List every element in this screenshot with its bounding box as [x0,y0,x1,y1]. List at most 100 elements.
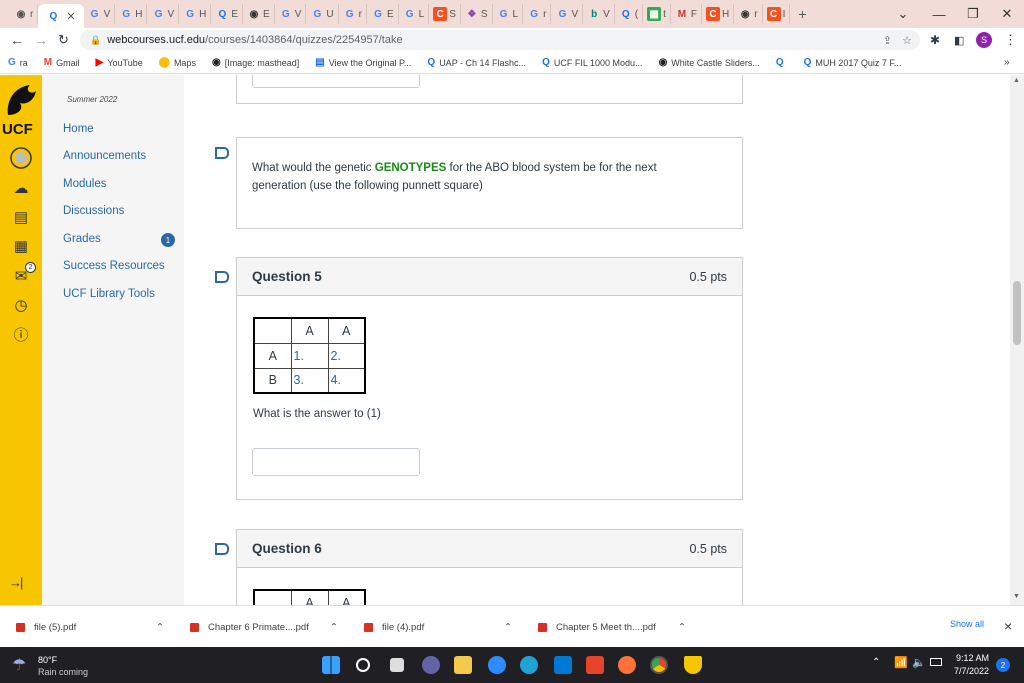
bookmark-item[interactable]: Q MUH 2017 Quiz 7 F... [804,57,902,68]
chevron-up-icon[interactable]: ⌃ [678,622,686,633]
nav-modules[interactable]: Modules [63,178,106,190]
share-icon[interactable]: ⇪ [883,34,892,47]
close-window-icon[interactable]: ✕ [990,0,1024,28]
bookmark-item[interactable]: ⬤ Maps [159,57,196,68]
windows-start-icon[interactable] [322,656,340,674]
browser-tab[interactable]: CI [763,4,791,24]
download-item[interactable]: Chapter 5 Meet th....pdf ⌃ [538,606,690,648]
browser-tab[interactable]: ❖ S [461,4,493,24]
history-icon[interactable]: ◷ [9,293,33,317]
sidebar-icon[interactable]: ◧ [954,34,964,47]
wifi-icon[interactable]: 📶 [894,656,908,669]
volume-icon[interactable]: 🔈 [912,656,926,669]
download-item[interactable]: file (5).pdf ⌃ [16,606,168,648]
tab-search-icon[interactable]: ⌄ [886,0,920,28]
scrollbar-thumb[interactable] [1013,281,1021,345]
new-tab-button[interactable]: + [790,4,814,24]
flag-question-5-icon[interactable] [215,271,229,283]
search-icon[interactable] [356,658,370,672]
teams-chat-icon[interactable] [422,656,440,674]
menu-kebab-icon[interactable]: ⋮ [1004,32,1017,48]
chevron-up-icon[interactable]: ⌃ [156,622,164,633]
file-explorer-icon[interactable] [454,656,472,674]
browser-tab[interactable]: GE [367,4,399,24]
previous-answer-input[interactable] [252,75,420,88]
browser-tab-active[interactable]: Q ✕ [38,4,84,28]
show-hidden-icons[interactable]: ⌃ [872,657,880,668]
bookmark-item[interactable]: ◉ White Castle Sliders... [659,57,760,68]
edge-icon[interactable] [520,656,538,674]
browser-tab[interactable]: GH [115,4,148,24]
browser-tab[interactable]: Q( [615,4,644,24]
browser-tab[interactable]: bV [583,4,615,24]
zoom-icon[interactable] [488,656,506,674]
bookmark-item[interactable]: Q UAP - Ch 14 Flashc... [427,57,526,68]
browser-tab[interactable]: GL [399,4,430,24]
forward-icon[interactable]: → [34,32,48,48]
minimize-icon[interactable]: — [922,0,956,28]
bookmark-item[interactable]: Gra [8,57,28,68]
tab-close-icon[interactable]: ✕ [66,10,75,23]
nav-home[interactable]: Home [63,123,94,135]
courses-icon[interactable]: ▤ [9,205,33,229]
scroll-down-icon[interactable]: ▼ [1013,593,1020,600]
account-icon[interactable] [9,146,33,170]
browser-tab[interactable]: GH [179,4,212,24]
reload-icon[interactable]: ↻ [58,32,69,48]
extensions-icon[interactable]: ✱ [930,33,940,47]
nav-discussions[interactable]: Discussions [63,205,124,217]
bookmark-star-icon[interactable]: ☆ [902,34,912,47]
inbox-icon[interactable]: ✉ 2 [9,262,36,288]
weather-icon[interactable]: ☂ [12,655,26,675]
browser-tab[interactable]: CH [702,4,735,24]
nav-success-resources[interactable]: Success Resources [63,260,165,272]
bookmark-item[interactable]: ◉ [Image: masthead] [212,57,299,68]
bookmark-item[interactable]: ▶ YouTube [96,57,143,68]
chevron-up-icon[interactable]: ⌃ [504,622,512,633]
browser-tab[interactable]: GV [84,4,116,24]
download-item[interactable]: file (4).pdf ⌃ [364,606,516,648]
clock-time[interactable]: 9:12 AM [956,653,989,663]
browser-tab[interactable]: CS [429,4,461,24]
browser-tab[interactable]: MF [671,4,703,24]
ucf-logo[interactable]: UCF [2,81,40,141]
office-icon[interactable] [586,656,604,674]
browser-tab[interactable]: ◉ r [734,4,763,24]
page-scrollbar[interactable]: ▲ ▼ [1010,75,1024,605]
firefox-icon[interactable] [618,656,636,674]
browser-tab[interactable]: ▦ t [643,4,671,24]
browser-tab[interactable]: GV [147,4,180,24]
browser-tab[interactable]: GV [551,4,584,24]
battery-icon[interactable] [930,658,942,666]
bookmark-item[interactable]: Q UCF FIL 1000 Modu... [542,57,643,68]
browser-tab[interactable]: ◉ r [10,4,39,24]
chrome-icon[interactable] [650,656,668,674]
clock-date[interactable]: 7/7/2022 [954,666,989,676]
shield-icon[interactable] [684,656,702,674]
help-icon[interactable]: ⓘ [9,322,33,346]
flag-question-icon[interactable] [215,147,229,159]
bookmark-item[interactable]: Q [776,57,788,68]
browser-tab[interactable]: GV [275,4,307,24]
browser-tab[interactable]: Gr [339,4,367,24]
bookmark-item[interactable]: ▤ View the Original P... [315,57,411,68]
nav-grades[interactable]: Grades [63,233,101,245]
mail-icon[interactable] [554,656,572,674]
browser-tab[interactable]: ◉ E [243,4,275,24]
profile-avatar[interactable]: S [976,32,992,48]
collapse-nav-icon[interactable]: →| [9,575,23,590]
browser-tab[interactable]: GU [306,4,339,24]
restore-icon[interactable]: ❐ [956,0,990,28]
browser-tab[interactable]: Gr [523,4,552,24]
back-icon[interactable]: ← [10,32,24,48]
question-5-answer-input[interactable] [252,448,420,476]
bookmarks-overflow-icon[interactable]: » [1004,57,1010,68]
browser-tab[interactable]: QE [211,4,244,24]
dashboard-icon[interactable]: ☁ [9,176,33,200]
calendar-icon[interactable]: ▦ [9,234,33,258]
download-item[interactable]: Chapter 6 Primate....pdf ⌃ [190,606,342,648]
bookmark-item[interactable]: M Gmail [44,57,80,68]
close-downloads-icon[interactable]: × [1004,618,1012,634]
url-field[interactable]: 🔒 webcourses.ucf.edu/courses/1403864/qui… [80,30,920,50]
scroll-up-icon[interactable]: ▲ [1013,77,1020,84]
